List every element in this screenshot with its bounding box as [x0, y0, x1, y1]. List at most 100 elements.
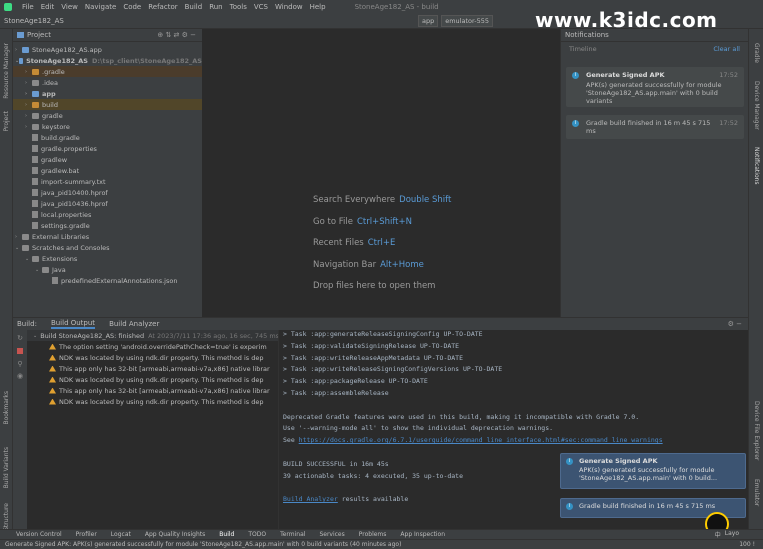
tree-row-hprof-2[interactable]: java_pid10436.hprof — [13, 198, 202, 209]
tool-app-quality-insights[interactable]: App Quality Insights — [145, 531, 205, 538]
editor-area[interactable]: Search Everywhere Double Shift Go to File… — [202, 29, 560, 317]
resource-manager-tab[interactable]: Resource Manager — [3, 43, 10, 99]
status-bar: Generate Signed APK: APK(s) generated su… — [0, 539, 763, 549]
gradle-file-icon — [32, 134, 38, 141]
tool-terminal[interactable]: Terminal — [280, 531, 305, 538]
tree-row-gradlew[interactable]: gradlew — [13, 154, 202, 165]
tool-logcat[interactable]: Logcat — [111, 531, 131, 538]
build-side-toolbar: ↻ ⚲ ◉ — [13, 330, 27, 530]
menu-view[interactable]: View — [61, 3, 78, 11]
tool-services[interactable]: Services — [319, 531, 344, 538]
tree-row-gradle-cache[interactable]: › .gradle — [13, 66, 202, 77]
build-warning-row[interactable]: NDK was located by using ndk.dir propert… — [27, 396, 278, 407]
tree-row-build[interactable]: › build — [13, 99, 202, 110]
project-title[interactable]: Project — [27, 31, 51, 39]
clear-all-link[interactable]: Clear all — [713, 45, 740, 53]
run-config-select[interactable]: app — [417, 14, 439, 27]
breadcrumb[interactable]: StoneAge182_AS — [4, 17, 64, 25]
menu-help[interactable]: Help — [310, 3, 326, 11]
folder-icon — [42, 266, 49, 273]
structure-tab[interactable]: Structure — [3, 503, 10, 531]
floating-notification-apk[interactable]: i Generate Signed APK APK(s) generated s… — [560, 453, 746, 489]
info-icon: i — [566, 458, 573, 465]
build-tree-root[interactable]: ⌄ Build StoneAge182_AS: finished At 2023/… — [27, 330, 278, 341]
build-warning-row[interactable]: This app only has 32-bit [armeabi,armeab… — [27, 385, 278, 396]
stop-icon[interactable] — [17, 348, 23, 354]
file-icon — [32, 167, 38, 174]
folder-icon — [32, 79, 39, 86]
build-warning-row[interactable]: NDK was located by using ndk.dir propert… — [27, 352, 278, 363]
tree-row-hprof-1[interactable]: java_pid10400.hprof — [13, 187, 202, 198]
build-variants-tab[interactable]: Build Variants — [3, 447, 10, 488]
tool-build[interactable]: Build — [219, 531, 234, 538]
notification-card-gradle[interactable]: i 17:52 Gradle build finished in 16 m 45… — [566, 115, 744, 139]
timeline-label: Timeline — [569, 44, 597, 53]
build-warning-row[interactable]: NDK was located by using ndk.dir propert… — [27, 374, 278, 385]
folder-icon — [32, 123, 39, 130]
menu-file[interactable]: File — [22, 3, 34, 11]
menu-refactor[interactable]: Refactor — [148, 3, 177, 11]
notifications-subheader: Timeline Clear all — [561, 42, 748, 55]
tree-row-idea[interactable]: › .idea — [13, 77, 202, 88]
status-message[interactable]: Generate Signed APK: APK(s) generated su… — [5, 541, 401, 548]
tree-row-local-properties[interactable]: local.properties — [13, 209, 202, 220]
notification-body: APK(s) generated successfully for module… — [586, 81, 722, 105]
bookmarks-tab[interactable]: Bookmarks — [3, 391, 10, 425]
properties-file-icon — [32, 211, 38, 218]
menu-vcs[interactable]: VCS — [254, 3, 268, 11]
menu-code[interactable]: Code — [123, 3, 141, 11]
tree-row-annotations-json[interactable]: predefinedExternalAnnotations.json — [13, 275, 202, 286]
tool-todo[interactable]: TODO — [248, 531, 266, 538]
tree-row-build-gradle[interactable]: build.gradle — [13, 132, 202, 143]
tool-version-control[interactable]: Version Control — [16, 531, 62, 538]
menu-tools[interactable]: Tools — [230, 3, 247, 11]
project-panel-header: Project ⊕ ⇅ ⇄ ⚙ − — [13, 29, 202, 42]
tree-row-app[interactable]: › app — [13, 88, 202, 99]
ime-indicator[interactable]: 中 — [715, 530, 721, 539]
tab-build-analyzer[interactable]: Build Analyzer — [109, 320, 159, 328]
gradle-tab[interactable]: Gradle — [753, 43, 760, 63]
tree-row-keystore[interactable]: › keystore — [13, 121, 202, 132]
device-explorer-tab[interactable]: Device File Explorer — [753, 401, 760, 460]
console-line: > Task :app:writeReleaseAppMetadata UP-T… — [283, 353, 464, 362]
gradle-docs-link[interactable]: https://docs.gradle.org/6.7.1/userguide/… — [299, 436, 663, 444]
build-analyzer-link[interactable]: Build Analyzer — [283, 495, 338, 503]
filter-icon[interactable]: ⚲ — [13, 360, 27, 368]
menu-window[interactable]: Window — [275, 3, 303, 11]
notifications-tab[interactable]: Notifications — [753, 147, 760, 185]
tool-profiler[interactable]: Profiler — [76, 531, 97, 538]
build-warning-row[interactable]: This app only has 32-bit [armeabi,armeab… — [27, 363, 278, 374]
hint-navigation-bar: Navigation Bar Alt+Home — [313, 260, 424, 270]
notification-body: Gradle build finished in 16 m 45 s 715 m… — [586, 119, 711, 135]
tree-row-settings-gradle[interactable]: settings.gradle — [13, 220, 202, 231]
tree-row-gradle-properties[interactable]: gradle.properties — [13, 143, 202, 154]
tree-row-gradle[interactable]: › gradle — [13, 110, 202, 121]
menu-build[interactable]: Build — [185, 3, 203, 11]
build-warning-row[interactable]: The option setting 'android.overridePath… — [27, 341, 278, 352]
tree-row-app-module[interactable]: › StoneAge182_AS.app — [13, 44, 202, 55]
tree-row-import-summary[interactable]: import-summary.txt — [13, 176, 202, 187]
project-tab[interactable]: Project — [3, 111, 10, 132]
tree-row-scratches[interactable]: ⌄ Scratches and Consoles — [13, 242, 202, 253]
menu-navigate[interactable]: Navigate — [85, 3, 116, 11]
emulator-tab[interactable]: Emulator — [753, 479, 760, 506]
project-toolbar-icons[interactable]: ⊕ ⇅ ⇄ ⚙ − — [157, 31, 196, 39]
build-window-controls[interactable]: ⚙ − — [728, 320, 742, 328]
rerun-icon[interactable]: ↻ — [13, 334, 27, 342]
tree-row-gradlew-bat[interactable]: gradlew.bat — [13, 165, 202, 176]
tool-app-inspection[interactable]: App Inspection — [400, 531, 445, 538]
folder-icon — [32, 90, 39, 97]
device-manager-tab[interactable]: Device Manager — [753, 81, 760, 130]
tree-row-external-libraries[interactable]: › External Libraries — [13, 231, 202, 242]
layout-indicator: Layo — [724, 530, 739, 537]
eye-icon[interactable]: ◉ — [13, 372, 27, 380]
menu-run[interactable]: Run — [209, 3, 222, 11]
tab-build-output[interactable]: Build Output — [50, 319, 96, 329]
menu-edit[interactable]: Edit — [41, 3, 55, 11]
tool-problems[interactable]: Problems — [359, 531, 387, 538]
notification-card-apk[interactable]: i Generate Signed APK 17:52 APK(s) gener… — [566, 67, 744, 107]
device-select[interactable]: emulator-555 — [441, 14, 493, 27]
tree-row-extensions[interactable]: ⌄ Extensions — [13, 253, 202, 264]
tree-row-java[interactable]: ⌄ Java — [13, 264, 202, 275]
tree-row-root[interactable]: ⌄ StoneAge182_AS D:\tsp_client\StoneAge182… — [13, 55, 202, 66]
